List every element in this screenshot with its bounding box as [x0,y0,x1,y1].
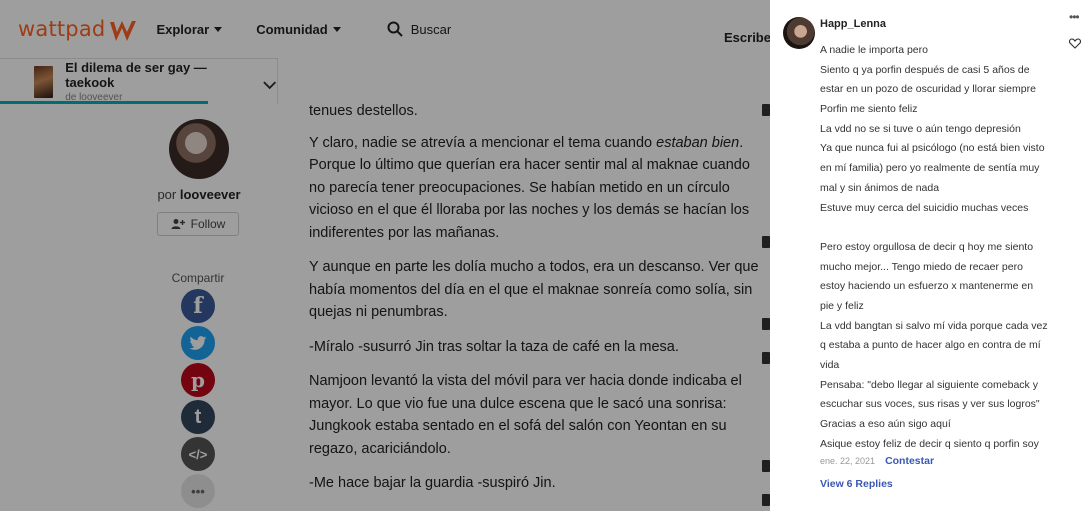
comment-line: mucho mejor... Tengo miedo de recaer per… [820,260,1023,273]
comment-line: Porfin me siento feliz [820,103,918,116]
inline-comment-icon[interactable] [762,352,770,364]
search-icon [387,21,403,37]
comment-line: vida [820,359,840,371]
comment-line: estar en un pozo de oscuridad y llorar s… [820,83,1036,96]
inline-comment-icon[interactable] [762,104,770,116]
comment-line: escuchar sus voces, sus risas y ver sus … [820,398,1040,411]
comment-line: Gracias a eso aún sigo aquí [820,418,951,431]
paragraph: Namjoon levantó la vista del móvil para … [309,373,742,457]
search-box[interactable]: Buscar [387,21,451,37]
community-label: Comunidad [256,21,328,37]
comments-panel: Happ_Lenna ••• A nadie le importa pero Si… [770,0,1084,511]
comment-line: pie y feliz [820,299,864,312]
heart-icon[interactable] [1069,38,1081,49]
more-options-icon[interactable]: ••• [1069,10,1080,24]
author-name[interactable]: looveever [180,187,241,202]
twitter-icon[interactable] [181,326,215,360]
caret-down-icon [214,26,223,32]
author-byline: por looveever [120,187,278,202]
search-placeholder: Buscar [410,21,452,37]
comment-line: estoy haciendo un esfuerzo x mantenerme … [820,280,1034,293]
comment-line: Siento q ya porfin después de casi 5 año… [820,63,1030,76]
explore-menu[interactable]: Explorar [156,21,223,37]
comment-body: A nadie le importa pero Siento q ya porfi… [820,41,1068,454]
wattpad-w-icon [110,21,137,41]
comment-line: Pero estoy orgullosa de decir q hoy me s… [820,240,1034,253]
embed-icon[interactable]: </> [181,437,215,471]
tumblr-icon[interactable]: t [181,400,215,434]
story-title: El dilema de ser gay — taekook [65,60,207,90]
share-label: Compartir [171,271,225,285]
explore-label: Explorar [156,21,210,37]
comment-line: Pensaba: "debo llegar al siguiente comeb… [820,378,1038,391]
author-avatar[interactable] [169,119,229,179]
wattpad-logo[interactable]: wattpad [18,17,138,41]
follow-button[interactable]: Follow [157,212,239,236]
comment-line: en mí familia) pero yo realmente de sent… [820,162,1040,175]
paragraph: Y aunque en parte les dolía mucho a todo… [309,259,759,320]
reading-progress-bar [0,101,208,104]
story-cover [34,65,54,98]
comment-date: ene. 22, 2021 [820,456,876,466]
inline-comment-icon[interactable] [762,318,770,330]
comment-line: A nadie le importa pero [820,44,928,56]
caret-down-icon [332,26,341,32]
comment-line: mal y sin ánimos de nada [820,181,940,194]
reply-button[interactable]: Contestar [885,455,934,467]
add-user-icon [171,219,185,229]
story-text: tenues destellos. Y claro, nadie se atre… [309,100,764,507]
paragraph: tenues destellos. [309,103,418,119]
story-header[interactable]: El dilema de ser gay — taekook de loovee… [0,58,278,104]
logo-text: wattpad [18,17,106,41]
follow-label: Follow [190,217,226,231]
inline-comment-icon[interactable] [762,494,770,506]
community-menu[interactable]: Comunidad [256,22,341,37]
top-navigation: wattpad Explorar Comunidad Buscar Escrib… [0,0,771,58]
comment-line: q estaba a punto de hacer algo en contra… [820,339,1041,352]
paragraph: -Míralo -susurró Jin tras soltar la taza… [309,338,679,355]
comment-line: Ya que nunca fui al psicólogo (no está b… [820,142,1045,155]
paragraph: -Me hace bajar la guardia -suspiró Jin. [309,475,556,491]
comment-line: La vdd bangtan si salvo mí vida porque c… [820,319,1048,332]
pinterest-icon[interactable]: p [181,363,215,397]
inline-comment-icon[interactable] [762,460,770,472]
view-replies-link[interactable]: View 6 Replies [820,478,893,490]
inline-comment-icon[interactable] [762,236,770,248]
comment-line: La vdd no se si tuve o aún tengo depresi… [820,122,1021,135]
comment-line: Estuve muy cerca del suicidio muchas vec… [820,201,1029,214]
commenter-username[interactable]: Happ_Lenna [820,18,886,30]
chevron-down-icon[interactable] [262,80,277,90]
more-icon[interactable]: ••• [181,474,215,508]
facebook-icon[interactable]: f [181,289,215,323]
write-menu[interactable]: Escribe [724,30,771,45]
paragraph: Y claro, nadie se atrevía a mencionar el… [309,134,750,241]
byline-prefix: por [157,187,177,202]
commenter-avatar[interactable] [783,17,815,49]
comment-line: Asique estoy feliz de decir q siento q p… [820,437,1039,450]
comment-meta: ene. 22, 2021 Contestar [820,455,934,467]
comment-line [820,218,1068,238]
